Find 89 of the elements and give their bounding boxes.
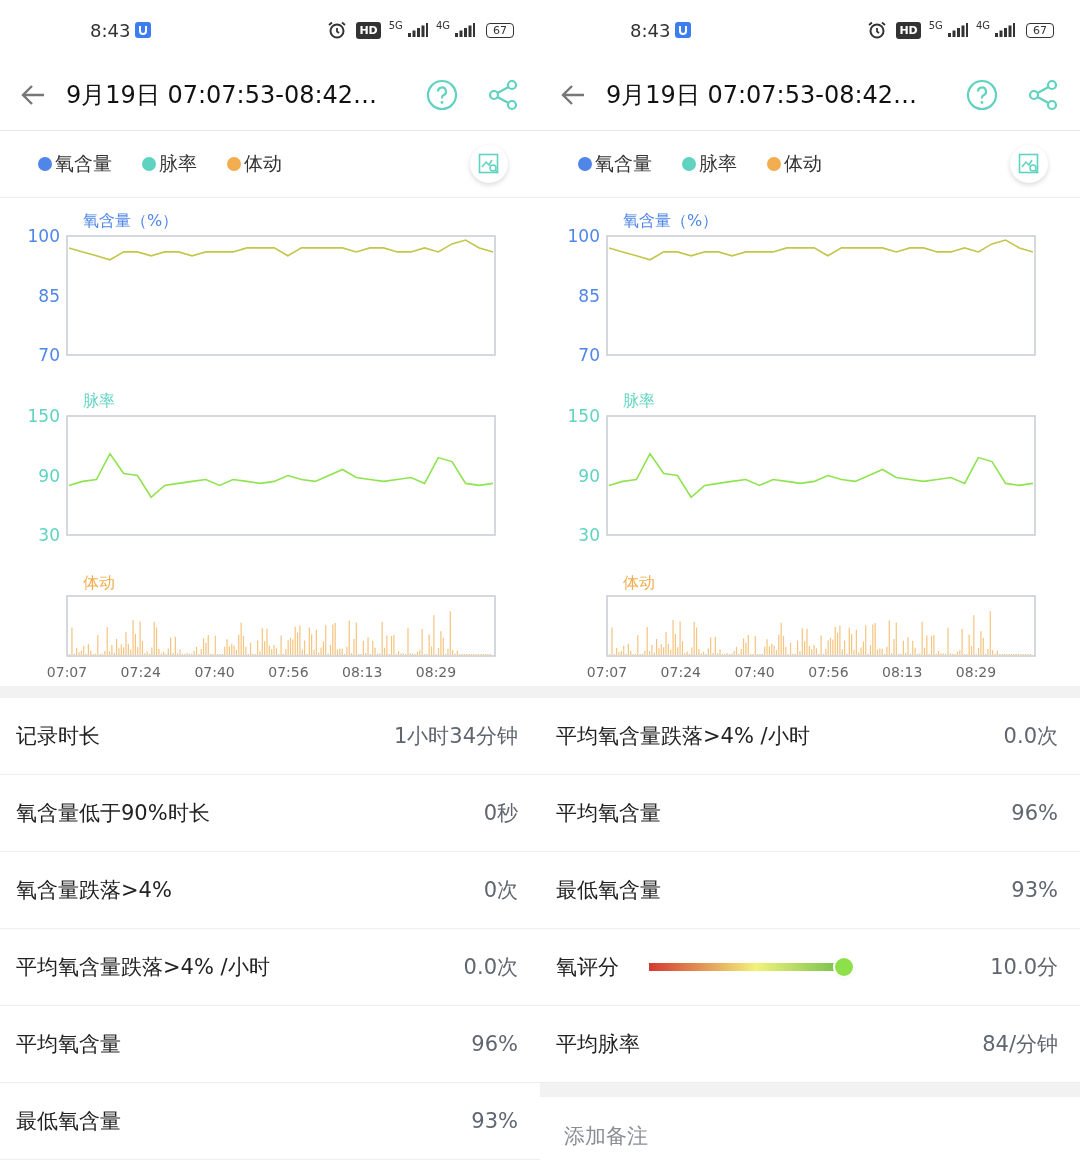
time-axis-label: 07:56 bbox=[808, 664, 849, 680]
axis-tick-label: 70 bbox=[578, 345, 600, 365]
battery-level: 67 bbox=[1026, 22, 1054, 38]
stat-value: 1小时34分钟 bbox=[393, 723, 518, 750]
axis-tick-label: 90 bbox=[578, 465, 600, 486]
axis-tick-label: 100 bbox=[567, 226, 600, 246]
page-title: 9月19日 07:07:53-08:42… bbox=[606, 80, 919, 111]
signal-icon bbox=[455, 23, 475, 37]
stat-value: 93% bbox=[1011, 878, 1058, 902]
chart-zoom-button[interactable] bbox=[470, 145, 508, 183]
alarm-icon bbox=[867, 21, 888, 39]
stat-label: 平均氧含量 bbox=[556, 800, 661, 827]
time-axis-label: 07:40 bbox=[194, 664, 235, 680]
signal-icon bbox=[995, 23, 1015, 37]
legend-label: 脉率 bbox=[699, 151, 737, 176]
stat-value: 10.0分 bbox=[990, 954, 1058, 981]
signal-icon bbox=[947, 23, 968, 37]
stat-value: 0次 bbox=[483, 877, 518, 904]
legend-label: 氧含量 bbox=[595, 151, 652, 176]
axis-tick-label: 100 bbox=[27, 226, 60, 246]
legend-label: 氧含量 bbox=[55, 151, 112, 176]
network-label: 4G bbox=[975, 20, 990, 31]
network-label: 5G bbox=[928, 20, 943, 31]
chart-search-icon bbox=[1018, 153, 1040, 175]
stat-label: 平均脉率 bbox=[556, 1031, 640, 1058]
stat-value: 0.0次 bbox=[463, 954, 518, 981]
stat-value: 84/分钟 bbox=[982, 1031, 1058, 1058]
time-axis-label: 08:13 bbox=[882, 664, 923, 680]
app-badge-icon bbox=[675, 22, 692, 38]
clock-time: 8:43 bbox=[630, 19, 671, 41]
stat-label: 氧含量低于90%时长 bbox=[16, 800, 210, 827]
stat-label: 最低氧含量 bbox=[556, 877, 661, 904]
help-icon[interactable] bbox=[426, 79, 458, 111]
axis-tick-label: 70 bbox=[38, 345, 60, 365]
page-title: 9月19日 07:07:53-08:42… bbox=[66, 80, 379, 111]
time-axis-label: 07:40 bbox=[734, 664, 775, 680]
chart-title: 氧含量（%） bbox=[623, 211, 719, 230]
axis-tick-label: 85 bbox=[578, 285, 600, 306]
legend-label: 体动 bbox=[244, 151, 282, 176]
stat-label: 氧含量跌落>4% bbox=[16, 877, 172, 904]
axis-tick-label: 150 bbox=[567, 406, 600, 426]
time-axis-label: 08:29 bbox=[955, 664, 997, 680]
chart-title: 体动 bbox=[83, 573, 115, 592]
time-axis-label: 07:07 bbox=[586, 664, 628, 680]
hd-badge: HD bbox=[896, 21, 921, 39]
back-arrow-icon[interactable] bbox=[560, 84, 586, 106]
chart-title: 脉率 bbox=[623, 391, 655, 410]
stat-label: 平均氧含量跌落>4% /小时 bbox=[556, 723, 810, 750]
chart-title: 氧含量（%） bbox=[83, 211, 179, 230]
note-field[interactable]: 添加备注 bbox=[562, 1123, 1058, 1149]
time-axis-label: 08:13 bbox=[342, 664, 383, 680]
axis-tick-label: 30 bbox=[578, 525, 600, 545]
network-label: 4G bbox=[435, 20, 450, 31]
back-arrow-icon[interactable] bbox=[20, 84, 46, 106]
legend-label: 脉率 bbox=[159, 151, 197, 176]
time-axis-label: 08:29 bbox=[415, 664, 457, 680]
battery-level: 67 bbox=[486, 22, 514, 38]
stat-value: 96% bbox=[471, 1032, 518, 1056]
hd-badge: HD bbox=[356, 21, 381, 39]
stat-label: 平均氧含量 bbox=[16, 1031, 121, 1058]
axis-tick-label: 90 bbox=[38, 465, 60, 486]
time-axis-label: 07:24 bbox=[660, 664, 701, 680]
stat-value: 0秒 bbox=[483, 800, 518, 827]
legend-label: 体动 bbox=[784, 151, 822, 176]
axis-tick-label: 30 bbox=[38, 525, 60, 545]
share-icon[interactable] bbox=[1028, 79, 1058, 111]
chart-title: 脉率 bbox=[83, 391, 115, 410]
axis-tick-label: 85 bbox=[38, 285, 60, 306]
alarm-icon bbox=[327, 21, 348, 39]
stat-value: 93% bbox=[471, 1109, 518, 1133]
app-badge-icon bbox=[135, 22, 152, 38]
stat-label: 氧评分 bbox=[556, 954, 619, 981]
stat-value: 96% bbox=[1011, 801, 1058, 825]
share-icon[interactable] bbox=[488, 79, 518, 111]
network-label: 5G bbox=[388, 20, 403, 31]
stat-label: 平均氧含量跌落>4% /小时 bbox=[16, 954, 270, 981]
chart-zoom-button[interactable] bbox=[1010, 145, 1048, 183]
stat-value: 0.0次 bbox=[1003, 723, 1058, 750]
stat-label: 最低氧含量 bbox=[16, 1108, 121, 1135]
time-axis-label: 07:24 bbox=[120, 664, 161, 680]
chart-title: 体动 bbox=[623, 573, 655, 592]
time-axis-label: 07:56 bbox=[268, 664, 309, 680]
clock-time: 8:43 bbox=[90, 19, 131, 41]
stat-label: 记录时长 bbox=[16, 723, 100, 750]
axis-tick-label: 150 bbox=[27, 406, 60, 426]
help-icon[interactable] bbox=[966, 79, 998, 111]
signal-icon bbox=[407, 23, 428, 37]
chart-search-icon bbox=[478, 153, 500, 175]
time-axis-label: 07:07 bbox=[46, 664, 88, 680]
